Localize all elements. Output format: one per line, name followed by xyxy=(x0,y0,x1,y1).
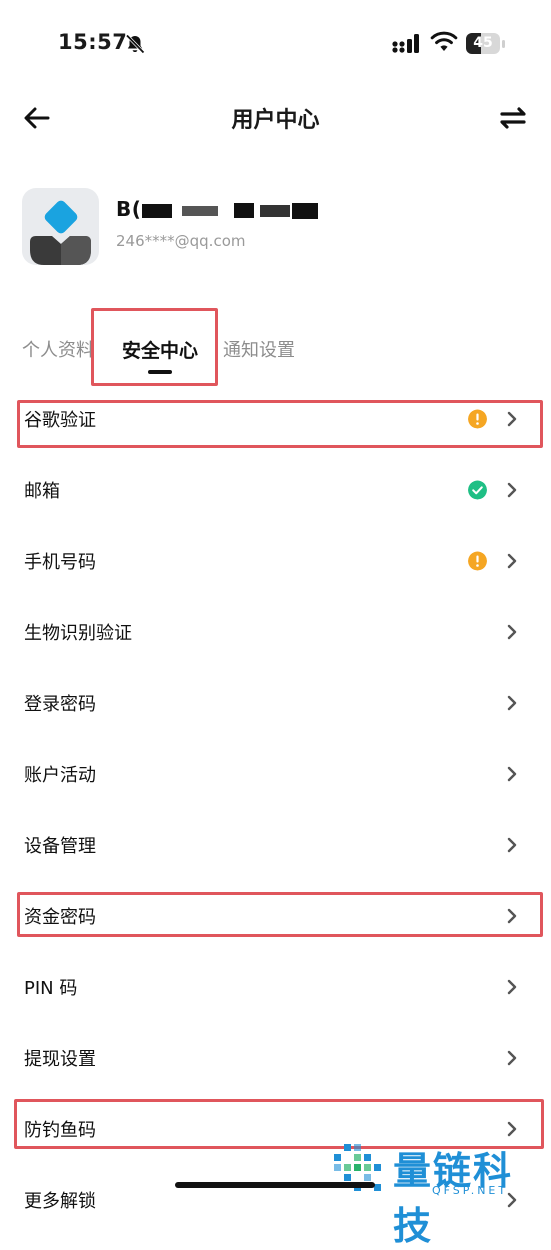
battery-level: 45 xyxy=(473,35,493,51)
security-list-item[interactable]: 生物识别验证 xyxy=(0,596,551,667)
security-item-label: 账户活动 xyxy=(24,764,96,786)
tab-personal-info[interactable]: 个人资料 xyxy=(22,336,94,362)
chevron-right-icon xyxy=(507,766,517,781)
annotation-box-google-auth xyxy=(17,400,543,448)
annotation-box-tab xyxy=(91,308,218,386)
user-name: B( xyxy=(116,197,142,221)
security-item-label: 登录密码 xyxy=(24,693,96,715)
chevron-right-icon xyxy=(507,837,517,852)
status-time: 15:57 xyxy=(58,30,128,54)
chevron-right-icon xyxy=(507,695,517,710)
signal-icon xyxy=(392,34,419,53)
security-item-label: 提现设置 xyxy=(24,1048,96,1070)
chevron-right-icon xyxy=(507,482,517,497)
watermark-subtext: QFSP.NET xyxy=(432,1184,509,1197)
security-list-item[interactable]: 手机号码 xyxy=(0,525,551,596)
status-warning-icon xyxy=(468,551,487,570)
security-list-item[interactable]: 邮箱 xyxy=(0,454,551,525)
avatar-logo-icon xyxy=(30,200,91,265)
page-title: 用户中心 xyxy=(231,108,320,133)
chevron-right-icon xyxy=(507,1050,517,1065)
switch-account-icon[interactable] xyxy=(496,104,530,132)
bell-muted-icon xyxy=(125,34,145,54)
status-ok-icon xyxy=(468,480,487,499)
security-list-item[interactable]: 账户活动 xyxy=(0,738,551,809)
security-item-label: 生物识别验证 xyxy=(24,622,132,644)
security-list-item[interactable]: 提现设置 xyxy=(0,1022,551,1093)
chevron-right-icon xyxy=(507,624,517,639)
avatar[interactable] xyxy=(22,188,99,265)
chevron-right-icon xyxy=(507,979,517,994)
user-email: 246****@qq.com xyxy=(116,232,246,250)
security-item-label: 设备管理 xyxy=(24,835,96,857)
security-item-label: 手机号码 xyxy=(24,551,96,573)
security-list-item[interactable]: 登录密码 xyxy=(0,667,551,738)
redacted-name-mask xyxy=(142,203,318,219)
home-indicator xyxy=(175,1182,375,1188)
battery-icon: 45 xyxy=(466,33,506,55)
annotation-box-fund-password xyxy=(17,892,543,937)
chevron-right-icon xyxy=(507,553,517,568)
tab-notification-settings[interactable]: 通知设置 xyxy=(223,336,295,362)
security-item-label: 邮箱 xyxy=(24,480,60,502)
security-list-item[interactable]: 设备管理 xyxy=(0,809,551,880)
security-item-label: PIN 码 xyxy=(24,977,78,999)
wifi-icon xyxy=(430,31,458,51)
security-list-item[interactable]: PIN 码 xyxy=(0,951,551,1022)
